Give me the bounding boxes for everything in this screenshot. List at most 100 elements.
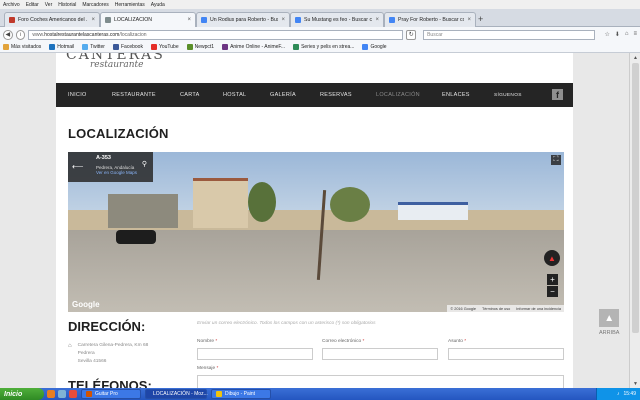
home-icon[interactable]: ⌂ (625, 31, 629, 38)
nav-siguenos[interactable]: SÍGUENOS (494, 93, 522, 98)
bookmark-label: Google (370, 44, 387, 50)
menu-marcadores[interactable]: Marcadores (82, 2, 108, 8)
bookmark-newpct1[interactable]: Newpct1 (186, 44, 214, 50)
facebook-icon[interactable]: f (552, 89, 563, 100)
google-icon (295, 17, 301, 23)
nav-restaurante[interactable]: RESTAURANTE (112, 92, 156, 98)
scroll-down-icon[interactable]: ▼ (630, 379, 640, 388)
nav-galeria[interactable]: GALERÍA (270, 92, 296, 98)
tab-bar: Foro Coches Americanos del ... × LOCALIZ… (0, 9, 640, 27)
new-tab-button[interactable]: + (478, 14, 483, 24)
back-arrow-icon[interactable]: ⟵ (72, 162, 83, 171)
tab-mustang[interactable]: Su Mustang es feo - Buscar c... × (290, 12, 384, 27)
task-firefox-localizacion[interactable]: LOCALIZACIÓN - Moz... (145, 389, 208, 399)
map-open-link[interactable]: Ver en Google Maps (96, 170, 153, 175)
series-icon (293, 44, 300, 50)
tab-localizacion[interactable]: LOCALIZACIÓN × (100, 12, 196, 27)
url-path: /localizacion (119, 31, 147, 38)
menu-ayuda[interactable]: Ayuda (151, 2, 165, 8)
scrollbar[interactable]: ▲ ▼ (629, 53, 640, 388)
reload-button[interactable]: ↻ (406, 29, 417, 40)
volume-icon[interactable]: ♪ (617, 391, 620, 397)
street-view-map[interactable]: ⟵ A-353 Pedrera, Andalucía Ver en Google… (68, 152, 564, 312)
toolbar-icons: ☆ ⬇ ⌂ ≡ (604, 31, 637, 38)
nav-carta[interactable]: CARTA (180, 92, 200, 98)
back-button[interactable]: ◀ (3, 29, 13, 40)
tab-pray-for-roberto[interactable]: Pray For Roberto - Buscar co... × (384, 12, 476, 27)
menu-icon[interactable]: ≡ (634, 31, 638, 38)
phones-heading: TELÉFONOS: (68, 378, 152, 388)
task-paint[interactable]: Dibujo - Paint (211, 389, 271, 399)
map-copyright: © 2016 Google (450, 306, 476, 311)
nav-reservas[interactable]: RESERVAS (320, 92, 352, 98)
menu-herramientas[interactable]: Herramientas (115, 2, 145, 8)
site-logo[interactable]: CANTERAS restaurante (66, 53, 165, 70)
name-field[interactable] (197, 348, 313, 360)
firefox-quicklaunch-icon[interactable] (47, 390, 55, 398)
zoom-out-button[interactable]: − (547, 286, 558, 297)
subject-field[interactable] (448, 348, 564, 360)
map-tree (248, 182, 276, 222)
search-input[interactable]: Buscar (423, 29, 596, 40)
folder-icon (3, 44, 9, 50)
menu-historial[interactable]: Historial (58, 2, 76, 8)
bookmark-series-pelis[interactable]: Series y pelis en strea... (293, 44, 354, 50)
nav-inicio[interactable]: INICIO (68, 92, 87, 98)
subject-label-text: Asunto (448, 339, 463, 344)
map-terms-link[interactable]: Términos de uso (482, 307, 510, 311)
page-title: LOCALIZACIÓN (68, 126, 169, 141)
message-field[interactable] (197, 375, 564, 388)
address-block: ⌂ Carretera Gilena-Pedrera, Km 68 Pedrer… (68, 343, 148, 367)
scroll-up-icon[interactable]: ▲ (630, 53, 640, 62)
nav-enlaces[interactable]: ENLACES (442, 92, 470, 98)
google-icon (362, 44, 369, 50)
required-mark: * (362, 339, 365, 344)
bookmark-label: Twitter (90, 44, 105, 50)
download-icon[interactable]: ⬇ (615, 31, 620, 38)
bookmark-mas-visitados[interactable]: Más visitados (3, 44, 41, 50)
email-field[interactable] (322, 348, 438, 360)
close-icon[interactable]: × (187, 17, 191, 23)
message-label: Mensaje * (197, 366, 218, 371)
bookmark-google[interactable]: Google (362, 44, 387, 50)
bookmark-twitter[interactable]: Twitter (82, 44, 105, 50)
media-quicklaunch-icon[interactable] (69, 390, 77, 398)
fullscreen-icon[interactable]: ⛶ (551, 155, 561, 165)
nav-localizacion[interactable]: LOCALIZACIÓN (376, 92, 420, 98)
nav-hostal[interactable]: HOSTAL (223, 92, 246, 98)
url-bar[interactable]: www. hostalrestaurantelascanteras.com/loc… (28, 29, 404, 40)
close-icon[interactable]: × (91, 17, 95, 23)
menu-archivo[interactable]: Archivo (3, 2, 20, 8)
compass-icon[interactable]: ▲ (544, 250, 560, 266)
required-mark: * (215, 339, 218, 344)
bookmark-anime-online[interactable]: Anime Online - AnimeF... (222, 44, 285, 50)
map-hostal-building (193, 178, 248, 228)
zoom-in-button[interactable]: + (547, 274, 558, 285)
info-icon[interactable]: i (15, 29, 26, 40)
subject-label: Asunto * (448, 339, 466, 344)
message-label-text: Mensaje (197, 366, 216, 371)
bookmark-label: YouTube (158, 44, 179, 50)
close-icon[interactable]: × (281, 17, 285, 23)
menu-bar: Archivo Editar Ver Historial Marcadores … (0, 0, 640, 9)
start-button[interactable]: Inicio (0, 388, 44, 400)
close-icon[interactable]: × (467, 17, 471, 23)
bookmark-youtube[interactable]: YouTube (150, 44, 179, 50)
explorer-quicklaunch-icon[interactable] (58, 390, 66, 398)
back-to-top-button[interactable]: ▲ ARRIBA (599, 309, 619, 336)
bookmark-hotmail[interactable]: Hotmail (49, 44, 74, 50)
star-icon[interactable]: ☆ (604, 31, 609, 38)
scroll-thumb[interactable] (632, 63, 639, 333)
address-line: Sevilla 41566 (77, 359, 107, 364)
map-report-link[interactable]: Informar de una incidencia (516, 307, 561, 311)
required-mark: * (464, 339, 467, 344)
tab-foro-coches[interactable]: Foro Coches Americanos del ... × (4, 12, 100, 27)
close-icon[interactable]: × (375, 17, 379, 23)
tab-rodius[interactable]: Un Rodius para Roberto - Bus... × (196, 12, 290, 27)
task-guitar-pro[interactable]: Guitar Pro (81, 389, 141, 399)
task-label: Guitar Pro (95, 391, 118, 397)
tab-label: Pray For Roberto - Buscar co... (398, 17, 465, 23)
menu-editar[interactable]: Editar (26, 2, 39, 8)
menu-ver[interactable]: Ver (45, 2, 53, 8)
bookmark-facebook[interactable]: Facebook (112, 44, 143, 50)
